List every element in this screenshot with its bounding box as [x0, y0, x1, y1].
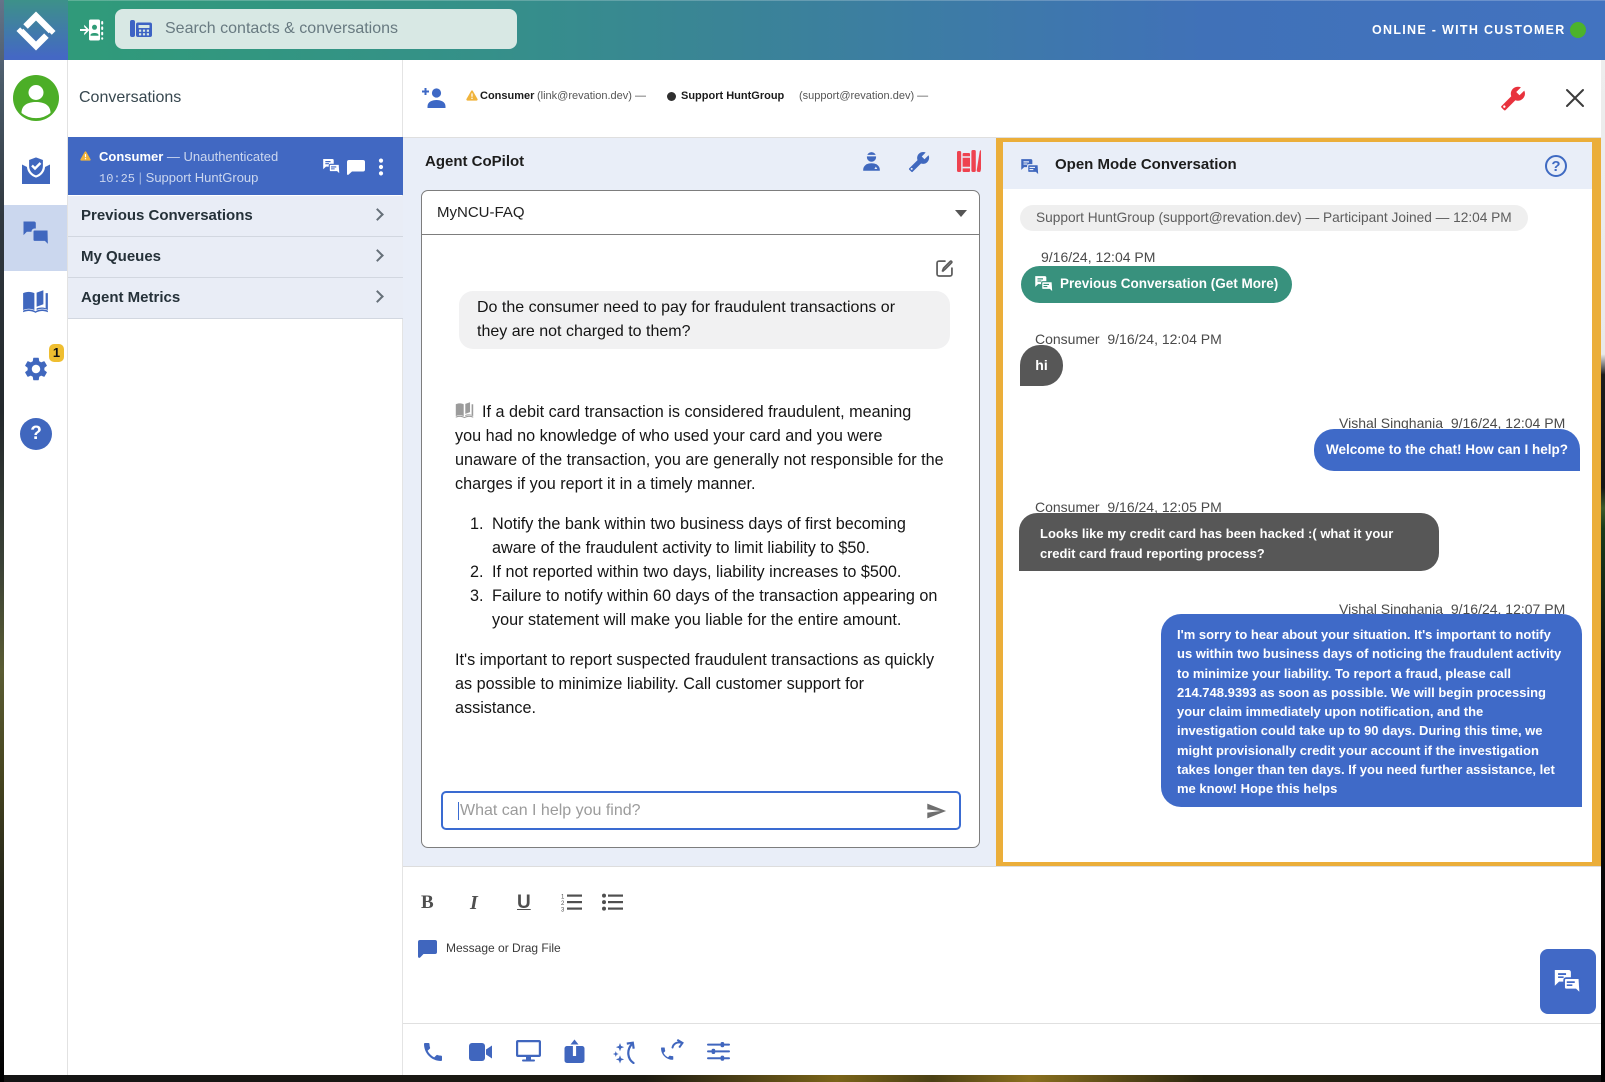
svg-text:3: 3: [561, 908, 565, 913]
svg-text:2: 2: [561, 901, 565, 907]
svg-text:1: 1: [561, 895, 565, 901]
